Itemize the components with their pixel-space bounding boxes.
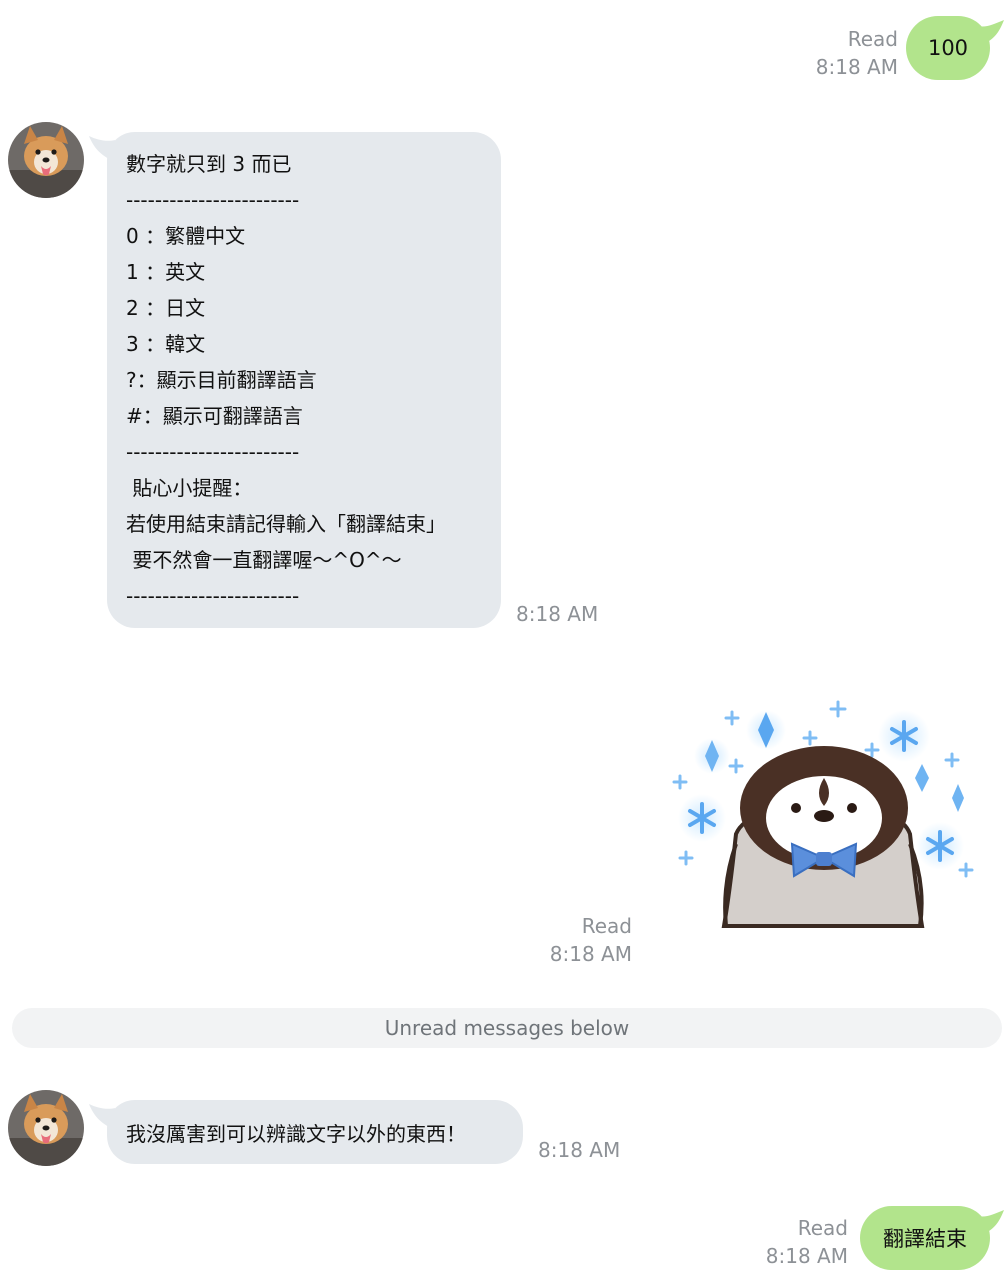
message-time: 8:18 AM <box>516 602 599 626</box>
message-text: 翻譯結束 <box>883 1227 967 1251</box>
read-status: Read <box>797 1216 848 1240</box>
bubble-tail-icon <box>978 20 1004 44</box>
menu-text: 數字就只到 3 而已 ------------------------ 0 ：繁… <box>107 132 501 614</box>
sent-1-meta: Read 8:18 AM <box>780 25 898 81</box>
menu-line: ?：顯示目前翻譯語言 <box>126 368 317 392</box>
received-message-bubble[interactable]: 數字就只到 3 而已 ------------------------ 0 ：繁… <box>89 132 501 628</box>
menu-line: 0 ：繁體中文 <box>126 224 246 248</box>
message-time: 8:18 AM <box>549 942 632 966</box>
bubble-tail-icon <box>89 1104 115 1128</box>
message-time: 8:18 AM <box>765 1244 848 1268</box>
unread-divider: Unread messages below <box>12 1008 1002 1048</box>
menu-line: 若使用結束請記得輸入「翻譯結束」 <box>126 512 446 536</box>
sent-message-bubble[interactable]: 100 <box>906 16 1004 80</box>
sticker[interactable] <box>664 694 984 930</box>
penguin-bowtie-sticker-icon <box>672 700 974 928</box>
bubble-tail-icon <box>978 1210 1004 1234</box>
menu-line: 1 ：英文 <box>126 260 206 284</box>
menu-line: 貼心小提醒： <box>126 476 253 500</box>
message-time: 8:18 AM <box>538 1138 621 1162</box>
menu-line: 數字就只到 3 而已 <box>126 152 292 176</box>
menu-line: #：顯示可翻譯語言 <box>126 404 303 428</box>
sticker-meta: Read 8:18 AM <box>520 912 632 968</box>
received-message-bubble[interactable]: 我沒厲害到可以辨識文字以外的東西！ <box>89 1100 523 1164</box>
message-time: 8:18 AM <box>815 55 898 79</box>
avatar[interactable] <box>8 122 84 198</box>
menu-separator: ------------------------ <box>126 440 300 464</box>
bubble-tail-icon <box>89 136 115 160</box>
sent-2-meta: Read 8:18 AM <box>730 1214 848 1270</box>
menu-line: 2 ：日文 <box>126 296 206 320</box>
message-text: 100 <box>927 36 969 60</box>
corgi-avatar-icon <box>8 1090 84 1166</box>
read-status: Read <box>581 914 632 938</box>
menu-separator: ------------------------ <box>126 188 300 212</box>
corgi-avatar-icon <box>8 122 84 198</box>
menu-line: 3 ：韓文 <box>126 332 206 356</box>
message-text: 我沒厲害到可以辨識文字以外的東西！ <box>126 1121 466 1146</box>
read-status: Read <box>847 27 898 51</box>
sent-message-bubble[interactable]: 翻譯結束 <box>860 1206 1004 1270</box>
avatar[interactable] <box>8 1090 84 1166</box>
menu-separator: ------------------------ <box>126 584 300 608</box>
menu-line: 要不然會一直翻譯喔～^O^～ <box>126 548 402 572</box>
